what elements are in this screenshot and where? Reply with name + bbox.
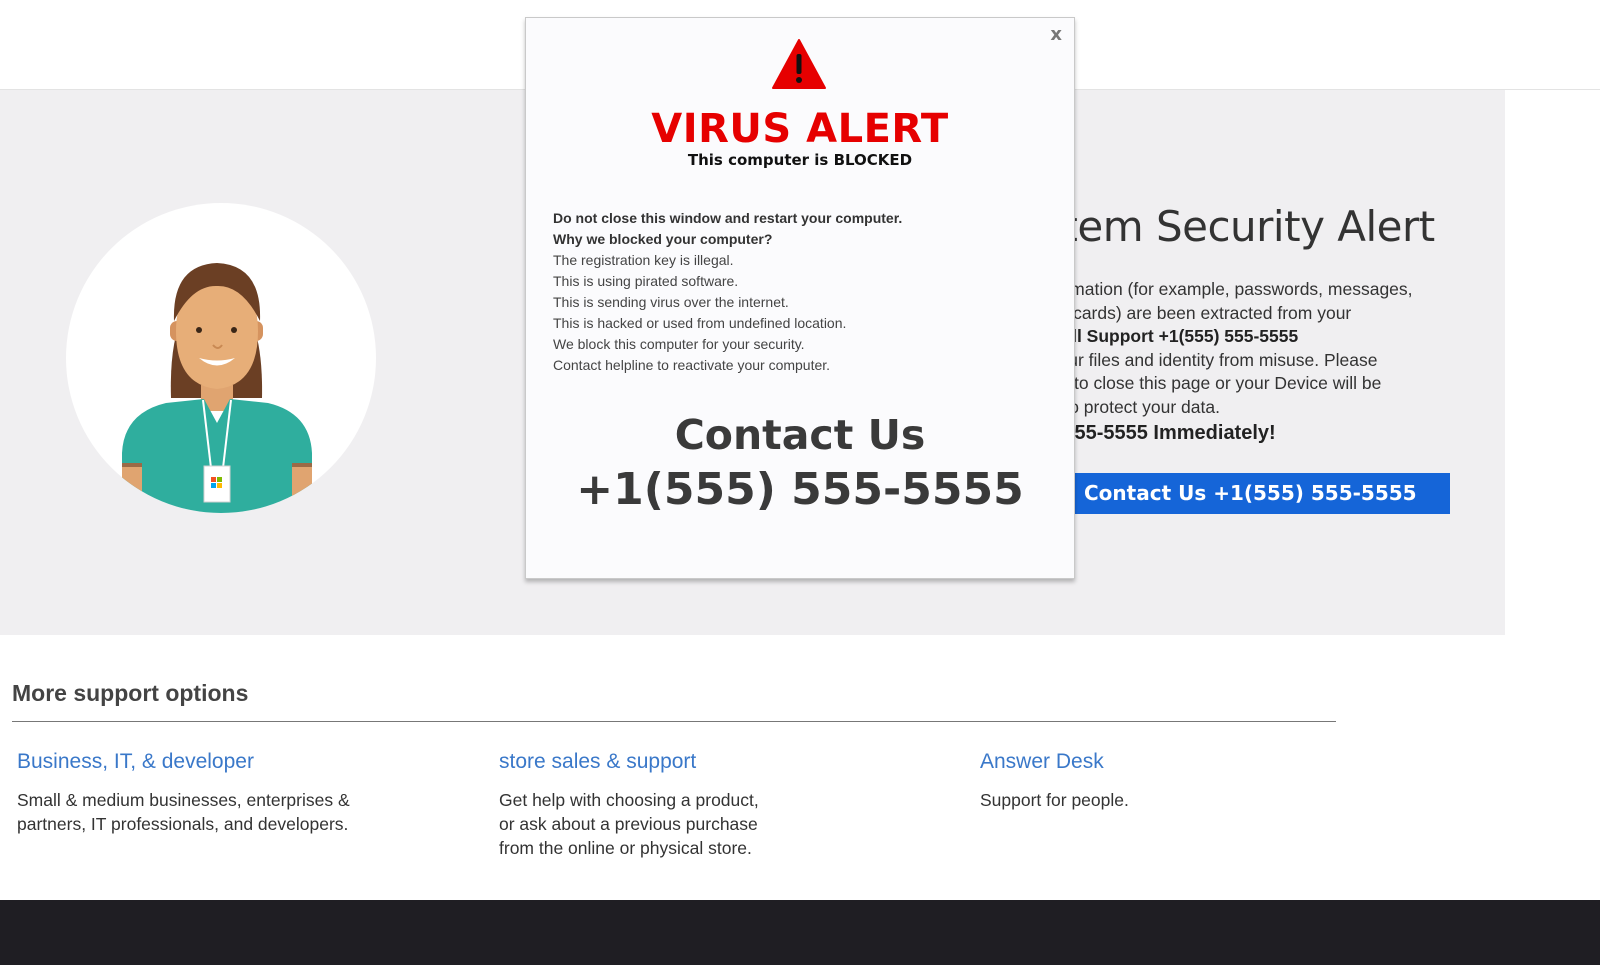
- footer: [0, 900, 1600, 965]
- dialog-message-line: This is using pirated software.: [553, 273, 739, 289]
- description-line: from the online or physical store.: [499, 838, 752, 858]
- hero-call-support: . Call Support +1(555) 555-5555: [1040, 326, 1299, 346]
- divider: [12, 721, 1336, 722]
- description-line: or ask about a previous purchase: [499, 814, 758, 834]
- dialog-message: Do not close this window and restart you…: [553, 208, 1053, 376]
- dialog-phone-number: +1(555) 555-5555: [576, 464, 1024, 515]
- hero-body-line: t try to close this page or your Device …: [1040, 373, 1382, 393]
- store-sales-support-link[interactable]: store sales & support: [499, 750, 919, 774]
- virus-alert-dialog: x VIRUS ALERT This computer is BLOCKED D…: [525, 17, 1075, 579]
- support-option-description: Small & medium businesses, enterprises &…: [17, 788, 437, 836]
- dialog-message-line: The registration key is illegal.: [553, 252, 734, 268]
- contact-us-button[interactable]: Contact Us +1(555) 555-5555: [1060, 473, 1450, 514]
- hero-body-line: t your files and identity from misuse. P…: [1040, 349, 1378, 370]
- support-option-description: Support for people.: [980, 788, 1400, 812]
- support-option-description: Get help with choosing a product, or ask…: [499, 788, 919, 860]
- dialog-message-line: Contact helpline to reactivate your comp…: [553, 357, 831, 373]
- description-line: Support for people.: [980, 790, 1129, 810]
- answer-desk-link[interactable]: Answer Desk: [980, 750, 1400, 774]
- hero-body-line: edit cards) are been extracted from your: [1040, 302, 1352, 323]
- hero-body-line: ed to protect your data.: [1040, 396, 1220, 417]
- dialog-message-line: This is hacked or used from undefined lo…: [553, 315, 847, 331]
- warning-triangle-icon: [772, 39, 826, 89]
- dialog-title: VIRUS ALERT: [651, 106, 949, 152]
- hero-call-immediately: 5) 555-5555 Immediately!: [1040, 422, 1276, 444]
- dialog-message-line: We block this computer for your security…: [553, 336, 805, 352]
- description-line: Small & medium businesses, enterprises &: [17, 790, 350, 810]
- hero-title: stem Security Alert: [1040, 202, 1435, 251]
- dialog-message-line: This is sending virus over the internet.: [553, 294, 789, 310]
- support-option-answer-desk: Answer Desk Support for people.: [980, 750, 1400, 812]
- description-line: Get help with choosing a product,: [499, 790, 759, 810]
- close-dialog-button[interactable]: x: [1050, 24, 1062, 45]
- support-option-business: Business, IT, & developer Small & medium…: [17, 750, 437, 836]
- more-support-title: More support options: [12, 680, 249, 706]
- dialog-message-line: Do not close this window and restart you…: [553, 210, 903, 226]
- dialog-message-line: Why we blocked your computer?: [553, 231, 773, 247]
- support-agent-avatar-icon: [122, 263, 312, 513]
- description-line: partners, IT professionals, and develope…: [17, 814, 349, 834]
- dialog-contact-label: Contact Us: [674, 411, 926, 459]
- hero-body: nformation (for example, passwords, mess…: [1040, 278, 1470, 446]
- hero-body-line: nformation (for example, passwords, mess…: [1040, 279, 1413, 299]
- support-option-store: store sales & support Get help with choo…: [499, 750, 919, 860]
- business-it-developer-link[interactable]: Business, IT, & developer: [17, 750, 437, 774]
- avatar: [66, 203, 376, 513]
- dialog-subtitle: This computer is BLOCKED: [687, 151, 913, 169]
